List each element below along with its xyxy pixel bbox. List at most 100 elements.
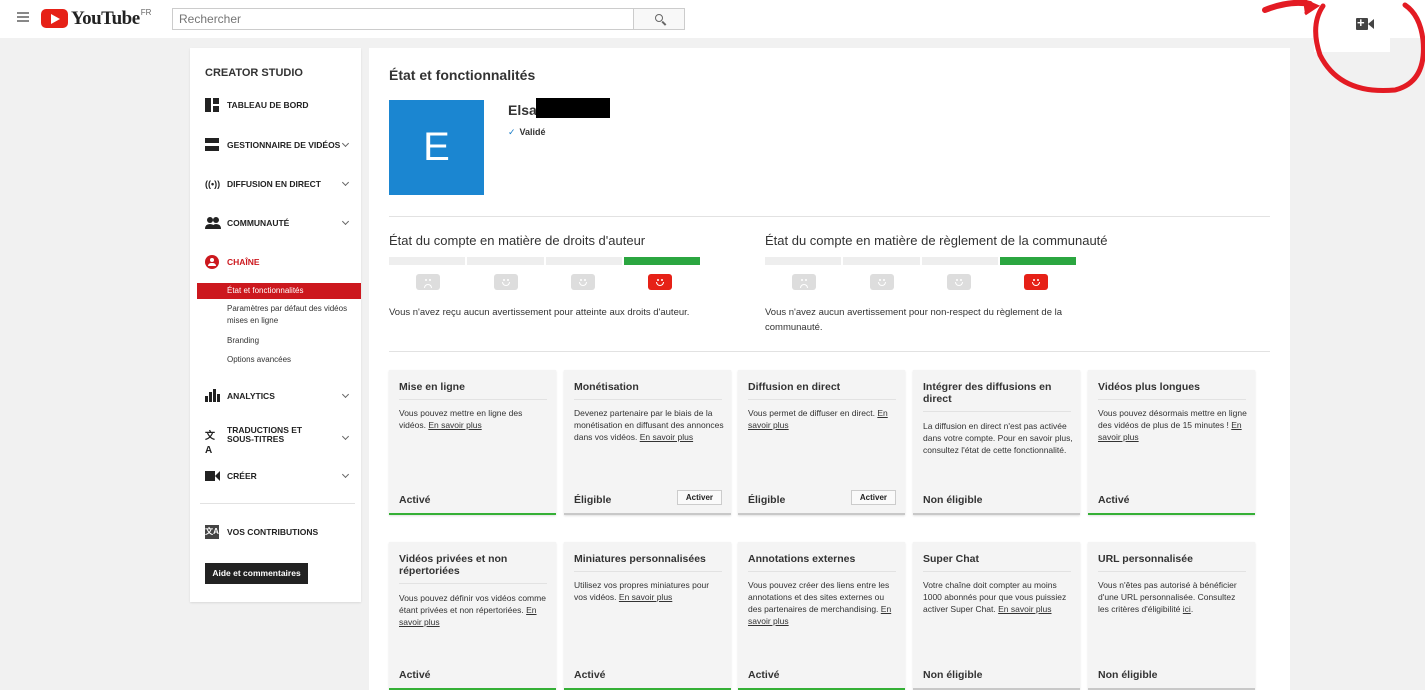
play-icon [41, 9, 68, 28]
help-feedback-button[interactable]: Aide et commentaires [205, 563, 308, 584]
smile-face-icon [947, 274, 971, 290]
sidebar-subitem-status[interactable]: État et fonctionnalités [197, 283, 361, 299]
divider [389, 216, 1270, 217]
feature-title: Vidéos plus longues [1098, 381, 1246, 400]
feature-title: Intégrer des diffusions en direct [923, 381, 1071, 412]
sad-face-icon [416, 274, 440, 290]
sidebar-item-contributions[interactable]: 文A VOS CONTRIBUTIONS [205, 524, 355, 540]
logo-country: FR [140, 8, 152, 17]
sidebar-subitem-branding[interactable]: Branding [227, 335, 357, 347]
sidebar-item-label: GESTIONNAIRE DE VIDÉOS [227, 140, 341, 150]
chevron-down-icon [341, 390, 350, 399]
sidebar-title: CREATOR STUDIO [205, 67, 303, 79]
learn-more-link[interactable]: En savoir plus [640, 432, 693, 442]
feature-title: Vidéos privées et non répertoriées [399, 553, 547, 584]
activate-button[interactable]: Activer [676, 490, 722, 505]
feature-description: Utilisez vos propres miniatures pour vos… [574, 580, 710, 602]
chevron-down-icon [341, 139, 350, 148]
happy-face-icon [1024, 274, 1048, 290]
feature-description: Vous pouvez définir vos vidéos comme éta… [399, 593, 546, 627]
copyright-status-text: Vous n'avez reçu aucun avertissement pou… [389, 307, 690, 318]
divider [389, 351, 1270, 352]
feature-description: Vous pouvez désormais mettre en ligne de… [1098, 408, 1247, 442]
sidebar-divider [200, 503, 355, 504]
chevron-down-icon [341, 470, 350, 479]
account-name: Elsa [508, 102, 537, 118]
community-strike-bar [765, 257, 1076, 265]
feature-status: Activé [399, 669, 431, 681]
feature-status: Activé [399, 494, 431, 506]
sad-face-icon [792, 274, 816, 290]
feature-title: Annotations externes [748, 553, 896, 572]
feature-title: Diffusion en direct [748, 381, 896, 400]
feature-status: Non éligible [923, 494, 983, 506]
copyright-strike-faces [389, 274, 700, 291]
learn-more-link[interactable]: En savoir plus [619, 592, 672, 602]
check-icon: ✓ [508, 127, 516, 137]
sidebar-subitem-upload-defaults[interactable]: Paramètres par défaut des vidéos mises e… [227, 303, 357, 327]
sidebar-item-analytics[interactable]: ANALYTICS [205, 388, 355, 404]
learn-more-link[interactable]: En savoir plus [998, 604, 1051, 614]
feature-title: Mise en ligne [399, 381, 547, 400]
page-title: État et fonctionnalités [389, 67, 536, 83]
feature-status: Activé [1098, 494, 1130, 506]
logo-text: YouTube [71, 8, 140, 29]
search-button[interactable] [633, 8, 685, 30]
chevron-down-icon [341, 178, 350, 187]
activate-button[interactable]: Activer [850, 490, 896, 505]
chevron-down-icon [341, 217, 350, 226]
eligibility-link[interactable]: ici [1183, 604, 1191, 614]
video-manager-icon [205, 138, 219, 152]
sidebar-item-community[interactable]: COMMUNAUTÉ [205, 215, 355, 231]
feature-card-annotations: Annotations externes Vous pouvez créer d… [738, 542, 905, 690]
sidebar: CREATOR STUDIO TABLEAU DE BORD GESTIONNA… [190, 48, 361, 602]
chevron-down-icon [341, 432, 350, 441]
learn-more-link[interactable]: En savoir plus [428, 420, 481, 430]
feature-description: La diffusion en direct n'est pas activée… [923, 421, 1073, 455]
feature-description: Vous pouvez mettre en ligne des vidéos. … [399, 408, 523, 430]
sidebar-item-live[interactable]: ((•)) DIFFUSION EN DIRECT [205, 176, 355, 192]
sidebar-item-label: CRÉER [227, 471, 257, 481]
create-icon [205, 471, 220, 481]
sidebar-item-dashboard[interactable]: TABLEAU DE BORD [205, 97, 355, 113]
feature-title: URL personnalisée [1098, 553, 1246, 572]
feature-card-super-chat: Super Chat Votre chaîne doit compter au … [913, 542, 1080, 690]
feature-card-custom-url: URL personnalisée Vous n'êtes pas autori… [1088, 542, 1255, 690]
neutral-face-icon [494, 274, 518, 290]
community-status-title: État du compte en matière de règlement d… [765, 233, 1108, 248]
avatar[interactable]: E [389, 100, 484, 195]
sidebar-item-label: ANALYTICS [227, 391, 275, 401]
happy-face-icon [648, 274, 672, 290]
redaction-box [536, 98, 610, 118]
analytics-icon [205, 389, 220, 403]
search-input[interactable] [172, 8, 634, 30]
feature-description: Votre chaîne doit compter au moins 1000 … [923, 580, 1067, 614]
sidebar-item-channel[interactable]: CHAÎNE [205, 254, 355, 270]
community-strike-faces [765, 274, 1076, 291]
live-icon: ((•)) [205, 179, 221, 189]
annotation-circle [1262, 0, 1425, 94]
sidebar-item-translations[interactable]: 文A TRADUCTIONS ET SOUS-TITRES [205, 426, 355, 456]
sidebar-item-label: DIFFUSION EN DIRECT [227, 179, 321, 189]
sidebar-item-label: VOS CONTRIBUTIONS [227, 527, 319, 537]
feature-card-private-videos: Vidéos privées et non répertoriées Vous … [389, 542, 556, 690]
feature-title: Monétisation [574, 381, 722, 400]
translate-icon: 文A [205, 431, 215, 456]
community-status-text: Vous n'avez aucun avertissement pour non… [765, 307, 1063, 333]
feature-status: Activé [748, 669, 780, 681]
sidebar-subitem-advanced[interactable]: Options avancées [227, 354, 357, 366]
sidebar-item-create[interactable]: CRÉER [205, 468, 355, 484]
feature-card-embed-live: Intégrer des diffusions en direct La dif… [913, 370, 1080, 515]
top-bar: YouTube FR [0, 0, 1425, 38]
channel-icon [205, 255, 219, 269]
feature-card-monetization: Monétisation Devenez partenaire par le b… [564, 370, 731, 515]
sidebar-item-label: CHAÎNE [227, 257, 260, 267]
verified-status: ✓ Validé [508, 127, 546, 138]
sidebar-item-videos[interactable]: GESTIONNAIRE DE VIDÉOS [205, 137, 355, 153]
main-panel: État et fonctionnalités E Elsa ✓ Validé É… [369, 48, 1290, 690]
youtube-logo[interactable]: YouTube FR [41, 8, 152, 29]
menu-icon[interactable] [17, 12, 29, 22]
smile-face-icon [571, 274, 595, 290]
copyright-status-title: État du compte en matière de droits d'au… [389, 233, 646, 248]
feature-card-thumbnails: Miniatures personnalisées Utilisez vos p… [564, 542, 731, 690]
